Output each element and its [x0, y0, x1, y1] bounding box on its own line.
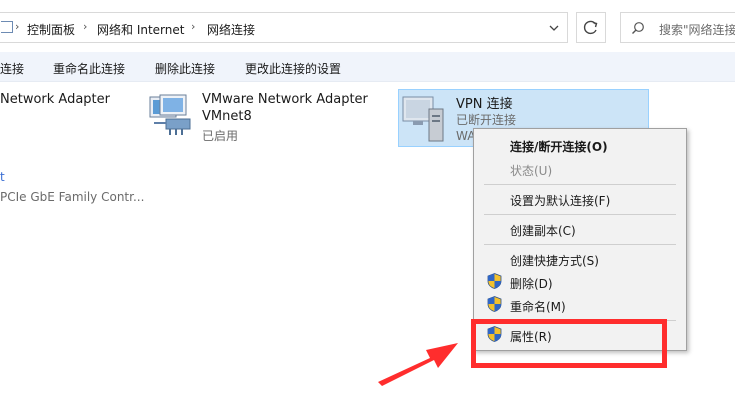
uac-shield-icon [487, 296, 502, 312]
adapter-status: 已断开连接 [456, 113, 517, 127]
connect-command[interactable]: 连接 [0, 60, 24, 77]
menu-item-delete[interactable]: 删除(D) [510, 275, 553, 292]
network-adapter-icon [149, 94, 191, 135]
refresh-icon [583, 20, 598, 35]
menu-item-rename[interactable]: 重命名(M) [510, 298, 566, 315]
delete-connection-command[interactable]: 删除此连接 [155, 60, 215, 77]
search-placeholder: 搜索"网络连接 [659, 23, 735, 37]
chevron-right-icon: › [83, 20, 88, 33]
menu-item-connect-disconnect[interactable]: 连接/断开连接(O) [510, 138, 608, 155]
command-bar: 连接 重命名此连接 删除此连接 更改此连接的设置 [0, 52, 735, 82]
search-box[interactable]: 搜索"网络连接 [620, 12, 735, 43]
menu-item-create-copy[interactable]: 创建副本(C) [510, 222, 576, 239]
refresh-button[interactable] [576, 12, 606, 43]
menu-item-create-shortcut[interactable]: 创建快捷方式(S) [510, 252, 599, 269]
breadcrumb-network-internet[interactable]: 网络和 Internet [97, 21, 184, 38]
adapter-name[interactable]: Network Adapter [0, 92, 110, 107]
search-icon [632, 22, 644, 34]
menu-item-status: 状态(U) [510, 164, 553, 178]
chevron-down-icon[interactable] [547, 21, 561, 35]
address-row: › 控制面板 › 网络和 Internet › 网络连接 搜索"网络连接 [0, 0, 735, 52]
adapter-partial-line: t [0, 170, 5, 184]
adapter-name[interactable]: VPN 连接 [456, 93, 513, 112]
computer-icon [1, 21, 13, 33]
adapter-name[interactable]: VMware Network Adapter [202, 92, 368, 107]
chevron-right-icon: › [15, 20, 20, 33]
menu-separator [484, 244, 676, 245]
adapter-status: 已启用 [202, 129, 239, 143]
adapter-device-name: PCIe GbE Family Contr... [0, 190, 145, 204]
context-menu: 连接/断开连接(O) 状态(U) 设置为默认连接(F) 创建副本(C) 创建快捷… [473, 128, 687, 351]
address-bar[interactable]: › 控制面板 › 网络和 Internet › 网络连接 [0, 12, 568, 43]
annotation-arrow-icon [378, 343, 458, 386]
rename-connection-command[interactable]: 重命名此连接 [53, 60, 125, 77]
vpn-computer-icon [402, 96, 444, 142]
adapter-device: VMnet8 [202, 109, 252, 124]
change-settings-command[interactable]: 更改此连接的设置 [245, 60, 341, 77]
menu-separator [484, 214, 676, 215]
uac-shield-icon [487, 273, 502, 289]
chevron-right-icon: › [191, 20, 196, 33]
menu-separator [484, 184, 676, 185]
breadcrumb-network-connections[interactable]: 网络连接 [207, 21, 255, 38]
breadcrumb-control-panel[interactable]: 控制面板 [27, 21, 75, 38]
annotation-highlight-box [471, 319, 667, 368]
menu-item-set-default[interactable]: 设置为默认连接(F) [510, 192, 610, 209]
